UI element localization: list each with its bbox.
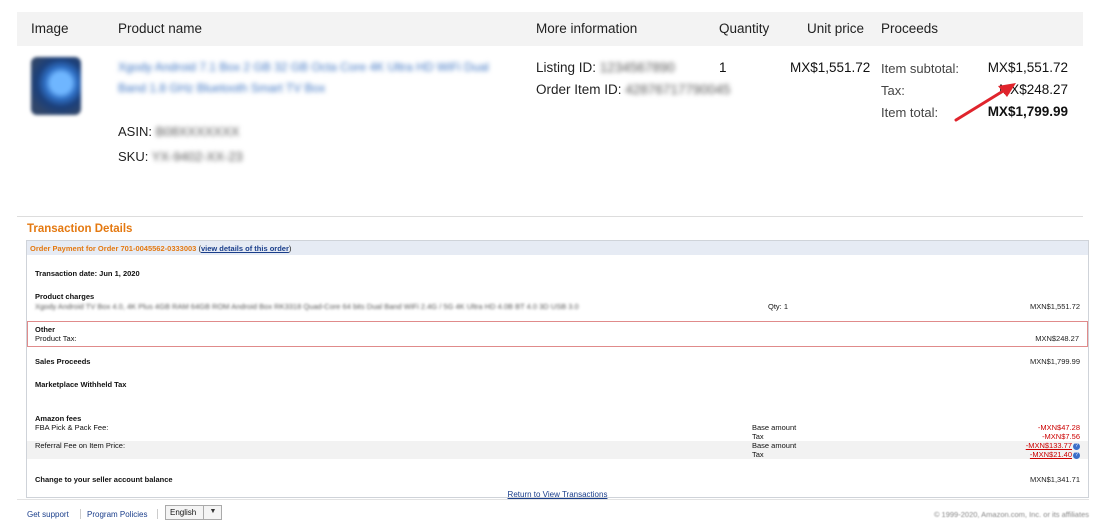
referral-fee-label: Referral Fee on Item Price: [35, 441, 126, 450]
footer-divider [80, 509, 81, 519]
copyright-text: © 1999-2020, Amazon.com, Inc. or its aff… [933, 510, 1089, 519]
balance-change-amount: MXN$1,341.71 [1029, 475, 1080, 484]
asin-row: ASIN: B08XXXXXXX [118, 124, 239, 139]
fba-fee-label: FBA Pick & Pack Fee: [35, 423, 109, 432]
get-support-link[interactable]: Get support [27, 510, 69, 519]
order-item-id-row: Order Item ID: 42876717790045 [536, 82, 730, 97]
table-header: Image Product name More information Quan… [17, 12, 1083, 46]
order-item-id-value: 42876717790045 [625, 82, 731, 97]
referral-base-amount-label: Base amount [752, 441, 797, 450]
program-policies-link[interactable]: Program Policies [87, 510, 147, 519]
referral-row-bg [27, 441, 1088, 450]
subtotal-value: MX$1,551.72 [987, 60, 1068, 75]
transaction-date: Transaction date: Jun 1, 2020 [35, 269, 140, 278]
referral-base-amount-cell: -MXN$133.77? [1026, 441, 1080, 450]
subtotal-label: Item subtotal: [881, 61, 960, 76]
product-charges-label: Product charges [35, 292, 95, 301]
order-payment-label: Order Payment for Order 701-0045562-0333… [30, 244, 197, 253]
sku-label: SKU: [118, 149, 149, 164]
red-arrow-annotation-icon [954, 83, 1016, 122]
help-icon[interactable]: ? [1073, 451, 1080, 459]
other-tax-highlight: Other Product Tax: MXN$248.27 [27, 321, 1088, 347]
fba-base-amount: -MXN$47.28 [1037, 423, 1080, 432]
referral-tax-amount-link[interactable]: -MXN$21.40 [1030, 450, 1072, 459]
language-selected: English [170, 508, 197, 517]
product-charges-amount: MXN$1,551.72 [1029, 302, 1080, 311]
footer-divider [157, 509, 158, 519]
item-total-label: Item total: [881, 105, 939, 120]
return-to-transactions-link[interactable]: Return to View Transactions [27, 490, 1088, 499]
sales-proceeds-label: Sales Proceeds [35, 357, 91, 366]
sku-value: YX-9402-XX-23 [151, 149, 243, 164]
quantity-value: 1 [719, 60, 727, 75]
product-tax-label: Product Tax: [35, 334, 77, 343]
product-tax-amount: MXN$248.27 [1035, 334, 1079, 343]
other-label: Other [35, 325, 56, 334]
listing-id-value: 1234567890 [599, 60, 675, 75]
product-charges-qty: Qty: 1 [768, 302, 789, 311]
asin-label: ASIN: [118, 124, 152, 139]
asin-value: B08XXXXXXX [155, 124, 240, 139]
fba-tax-label: Tax [752, 432, 764, 441]
header-more-information: More information [536, 21, 638, 36]
header-product-name: Product name [118, 21, 203, 36]
header-quantity: Quantity [719, 21, 770, 36]
amazon-fees-label: Amazon fees [35, 414, 82, 423]
order-item-id-label: Order Item ID: [536, 82, 622, 97]
help-icon[interactable]: ? [1073, 442, 1080, 450]
fba-tax-amount: -MXN$7.56 [1042, 432, 1080, 441]
listing-id-row: Listing ID: 1234567890 [536, 60, 675, 75]
tax-label: Tax: [881, 83, 905, 98]
fba-base-amount-label: Base amount [752, 423, 797, 432]
balance-change-label: Change to your seller account balance [35, 475, 173, 484]
header-image: Image [31, 21, 69, 36]
header-proceeds: Proceeds [881, 21, 939, 36]
chevron-down-icon[interactable]: ▼ [203, 505, 222, 520]
section-divider [17, 216, 1083, 217]
referral-tax-label: Tax [752, 450, 764, 459]
referral-tax-row-bg [27, 450, 1088, 459]
order-items-table: Image Product name More information Quan… [17, 0, 1083, 208]
product-charges-description: Xgody Android TV Box 4.0, 4K Plus 4GB RA… [35, 302, 579, 311]
referral-base-amount-link[interactable]: -MXN$133.77 [1026, 441, 1072, 450]
listing-id-label: Listing ID: [536, 60, 597, 75]
footer: Get support Program Policies English ▼ ©… [17, 499, 1089, 528]
transaction-details-panel: Order Payment for Order 701-0045562-0333… [26, 240, 1089, 499]
product-thumbnail[interactable] [31, 57, 81, 115]
order-payment-header: Order Payment for Order 701-0045562-0333… [27, 241, 1088, 255]
view-order-details-link[interactable]: view details of this order [201, 244, 289, 253]
referral-tax-amount-cell: -MXN$21.40? [1030, 450, 1080, 459]
header-unit-price: Unit price [807, 21, 865, 36]
sales-proceeds-amount: MXN$1,799.99 [1029, 357, 1080, 366]
transaction-details-title: Transaction Details [27, 223, 133, 235]
product-name-link[interactable]: Xgody Android 7.1 Box 2 GB 32 GB Octa Co… [118, 57, 513, 99]
sku-row: SKU: YX-9402-XX-23 [118, 149, 243, 164]
withheld-tax-label: Marketplace Withheld Tax [35, 380, 127, 389]
unit-price-value: MX$1,551.72 [790, 60, 871, 75]
